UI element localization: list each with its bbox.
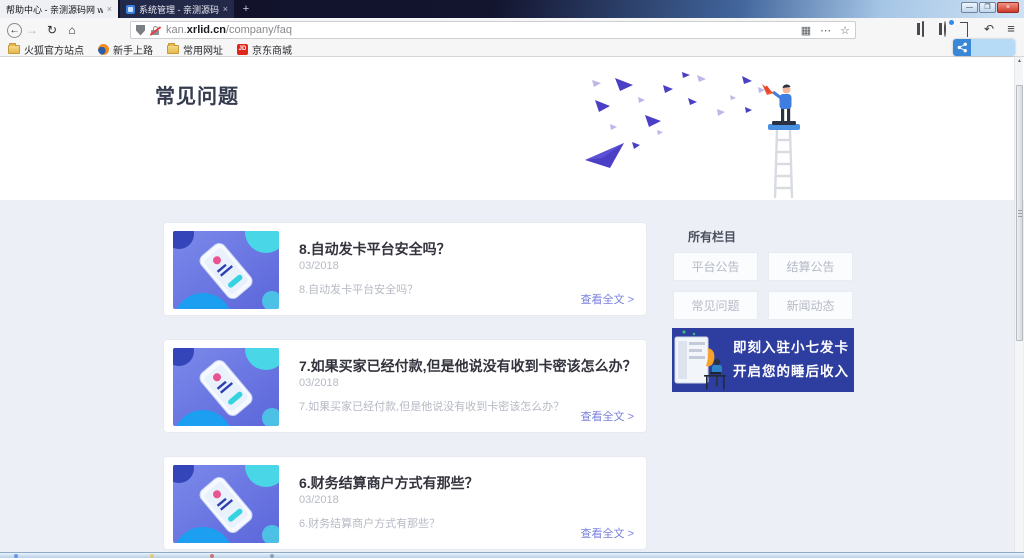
read-more-link[interactable]: 查看全文 > <box>581 408 634 424</box>
paper-planes-illustration <box>562 60 832 198</box>
account-icon[interactable] <box>938 22 952 36</box>
folder-icon <box>8 45 20 54</box>
faq-card[interactable]: 7.如果买家已经付款,但是他说没有收到卡密该怎么办？ 03/2018 7.如果买… <box>163 339 647 433</box>
nav-toolbar: ← → ↻ ⌂ kan.xrlid.cn/company/faq ▦ ⋯ ☆ ↶… <box>0 18 1024 42</box>
article-title[interactable]: 7.如果买家已经付款,但是他说没有收到卡密该怎么办？ <box>299 356 632 376</box>
bookmarks-bar: 火狐官方站点 新手上路 常用网址 JD 京东商城 <box>0 42 1024 57</box>
tab-help-center[interactable]: 帮助中心 - 亲测源码网 www.qcym × <box>0 0 118 18</box>
bookmark-jd[interactable]: JD 京东商城 <box>237 42 292 57</box>
faq-card[interactable]: 8.自动发卡平台安全吗？ 03/2018 8.自动发卡平台安全吗？ 查看全文 > <box>163 222 647 316</box>
taskbar-app-icon[interactable] <box>270 554 274 558</box>
article-thumbnail <box>173 231 279 309</box>
tab-favicon-icon <box>126 5 135 14</box>
banner-text: 即刻入驻小七发卡 开启您的睡后收入 <box>728 336 854 383</box>
banner-illustration <box>672 328 728 392</box>
article-date: 03/2018 <box>299 377 339 389</box>
sidebar-toggle-icon[interactable] <box>922 21 924 37</box>
url-text[interactable]: kan.xrlid.cn/company/faq <box>166 24 796 36</box>
article-thumbnail <box>173 465 279 543</box>
category-faq[interactable]: 常见问题 <box>673 291 758 320</box>
category-settlement-notice[interactable]: 结算公告 <box>768 252 853 281</box>
tab-close-icon[interactable]: × <box>107 4 112 14</box>
back-icon[interactable]: ← <box>7 23 22 38</box>
category-news[interactable]: 新闻动态 <box>768 291 853 320</box>
article-date: 03/2018 <box>299 260 339 272</box>
read-more-link[interactable]: 查看全文 > <box>581 525 634 541</box>
browser-window: 帮助中心 - 亲测源码网 www.qcym × 系统管理 - 亲测源码网 www… <box>0 0 1024 558</box>
page-content: 常见问题 <box>0 58 1024 552</box>
share-widget-field[interactable] <box>971 39 1015 56</box>
bookmark-getting-started[interactable]: 新手上路 <box>98 42 153 57</box>
bookmark-star-icon[interactable]: ☆ <box>840 24 850 37</box>
home-icon[interactable]: ⌂ <box>62 23 82 37</box>
close-button[interactable]: × <box>997 2 1019 13</box>
notification-badge <box>949 20 954 25</box>
screenshot-icon[interactable] <box>967 22 968 37</box>
scrollbar-up-icon[interactable]: ▲ <box>1015 57 1024 66</box>
scrollbar-thumb[interactable] <box>1016 85 1023 341</box>
article-thumbnail <box>173 348 279 426</box>
sidebar-heading: 所有栏目 <box>688 228 736 245</box>
restore-button[interactable]: ❐ <box>979 2 996 13</box>
promo-banner[interactable]: 即刻入驻小七发卡 开启您的睡后收入 <box>672 328 854 392</box>
article-date: 03/2018 <box>299 494 339 506</box>
taskbar-app-icon[interactable] <box>150 554 154 558</box>
insecure-lock-icon[interactable] <box>150 25 161 36</box>
share-icon[interactable] <box>953 39 971 56</box>
read-more-link[interactable]: 查看全文 > <box>581 291 634 307</box>
url-bar[interactable]: kan.xrlid.cn/company/faq ▦ ⋯ ☆ <box>130 21 856 39</box>
page-title: 常见问题 <box>155 80 239 109</box>
faq-card[interactable]: 6.财务结算商户方式有那些？ 03/2018 6.财务结算商户方式有那些？ 查看… <box>163 456 647 550</box>
minimize-button[interactable]: — <box>961 2 978 13</box>
qr-code-icon[interactable]: ▦ <box>801 24 811 37</box>
jd-icon: JD <box>237 44 248 55</box>
category-platform-notice[interactable]: 平台公告 <box>673 252 758 281</box>
bookmark-common-sites[interactable]: 常用网址 <box>167 42 223 57</box>
article-title[interactable]: 6.财务结算商户方式有那些？ <box>299 473 632 493</box>
forward-icon[interactable]: → <box>22 23 42 37</box>
bookmark-firefox-official[interactable]: 火狐官方站点 <box>8 42 84 57</box>
tab-close-icon[interactable]: × <box>223 4 228 14</box>
tab-title: 系统管理 - 亲测源码网 www.q <box>139 3 219 16</box>
firefox-icon <box>98 44 109 55</box>
tracking-shield-icon[interactable] <box>136 25 145 36</box>
taskbar-app-icon[interactable] <box>210 554 214 558</box>
article-title[interactable]: 8.自动发卡平台安全吗？ <box>299 239 632 259</box>
titlebar: 帮助中心 - 亲测源码网 www.qcym × 系统管理 - 亲测源码网 www… <box>0 0 1024 18</box>
folder-icon <box>167 45 179 54</box>
tab-system-admin[interactable]: 系统管理 - 亲测源码网 www.q × <box>120 0 234 18</box>
tab-title: 帮助中心 - 亲测源码网 www.qcym <box>6 3 103 16</box>
page-scrollbar[interactable]: ▲ <box>1014 57 1023 552</box>
page-actions-icon[interactable]: ⋯ <box>820 24 831 37</box>
reload-icon[interactable]: ↻ <box>42 23 62 37</box>
new-tab-button[interactable]: + <box>238 2 254 17</box>
windows-taskbar[interactable] <box>0 552 1024 558</box>
menu-icon[interactable]: ≡ <box>1004 22 1018 36</box>
share-widget[interactable] <box>953 39 1015 56</box>
taskbar-start-icon[interactable] <box>14 554 18 558</box>
undo-icon[interactable]: ↶ <box>982 22 996 36</box>
